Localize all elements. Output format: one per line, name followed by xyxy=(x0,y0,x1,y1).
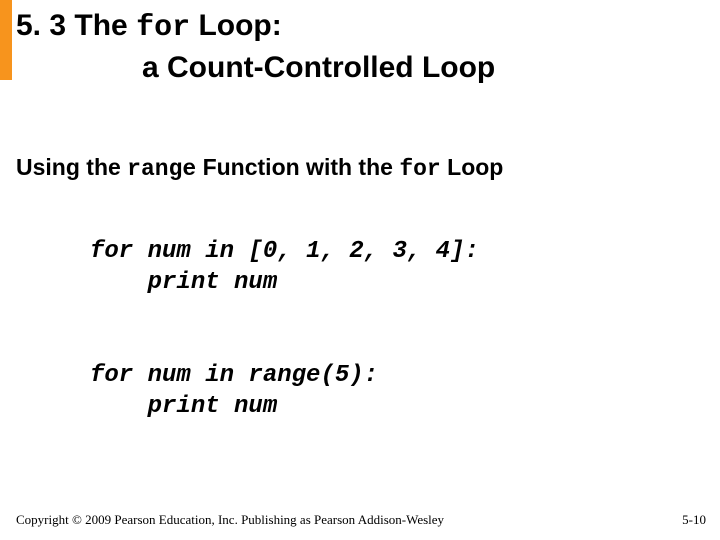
title-line-1: 5. 3 The for Loop: xyxy=(16,6,495,48)
title-pre: The xyxy=(74,9,127,42)
title-post: Loop: xyxy=(198,9,281,42)
page-number: 5-10 xyxy=(682,512,706,528)
accent-bar xyxy=(0,0,12,80)
subtitle-code-2: for xyxy=(399,156,440,182)
section-number: 5. 3 xyxy=(16,9,66,42)
slide: 5. 3 The for Loop: a Count-Controlled Lo… xyxy=(0,0,720,540)
title-code: for xyxy=(136,11,190,45)
subtitle-mid: Function with the xyxy=(203,154,393,180)
subtitle-pre: Using the xyxy=(16,154,121,180)
title-line-2: a Count-Controlled Loop xyxy=(16,48,495,87)
code-example-2: for num in range(5): print num xyxy=(90,360,378,422)
code-example-1: for num in [0, 1, 2, 3, 4]: print num xyxy=(90,236,479,298)
slide-subtitle: Using the range Function with the for Lo… xyxy=(16,154,503,182)
subtitle-code-1: range xyxy=(127,156,196,182)
subtitle-post: Loop xyxy=(447,154,503,180)
slide-title: 5. 3 The for Loop: a Count-Controlled Lo… xyxy=(16,6,495,87)
copyright-text: Copyright © 2009 Pearson Education, Inc.… xyxy=(16,512,444,528)
